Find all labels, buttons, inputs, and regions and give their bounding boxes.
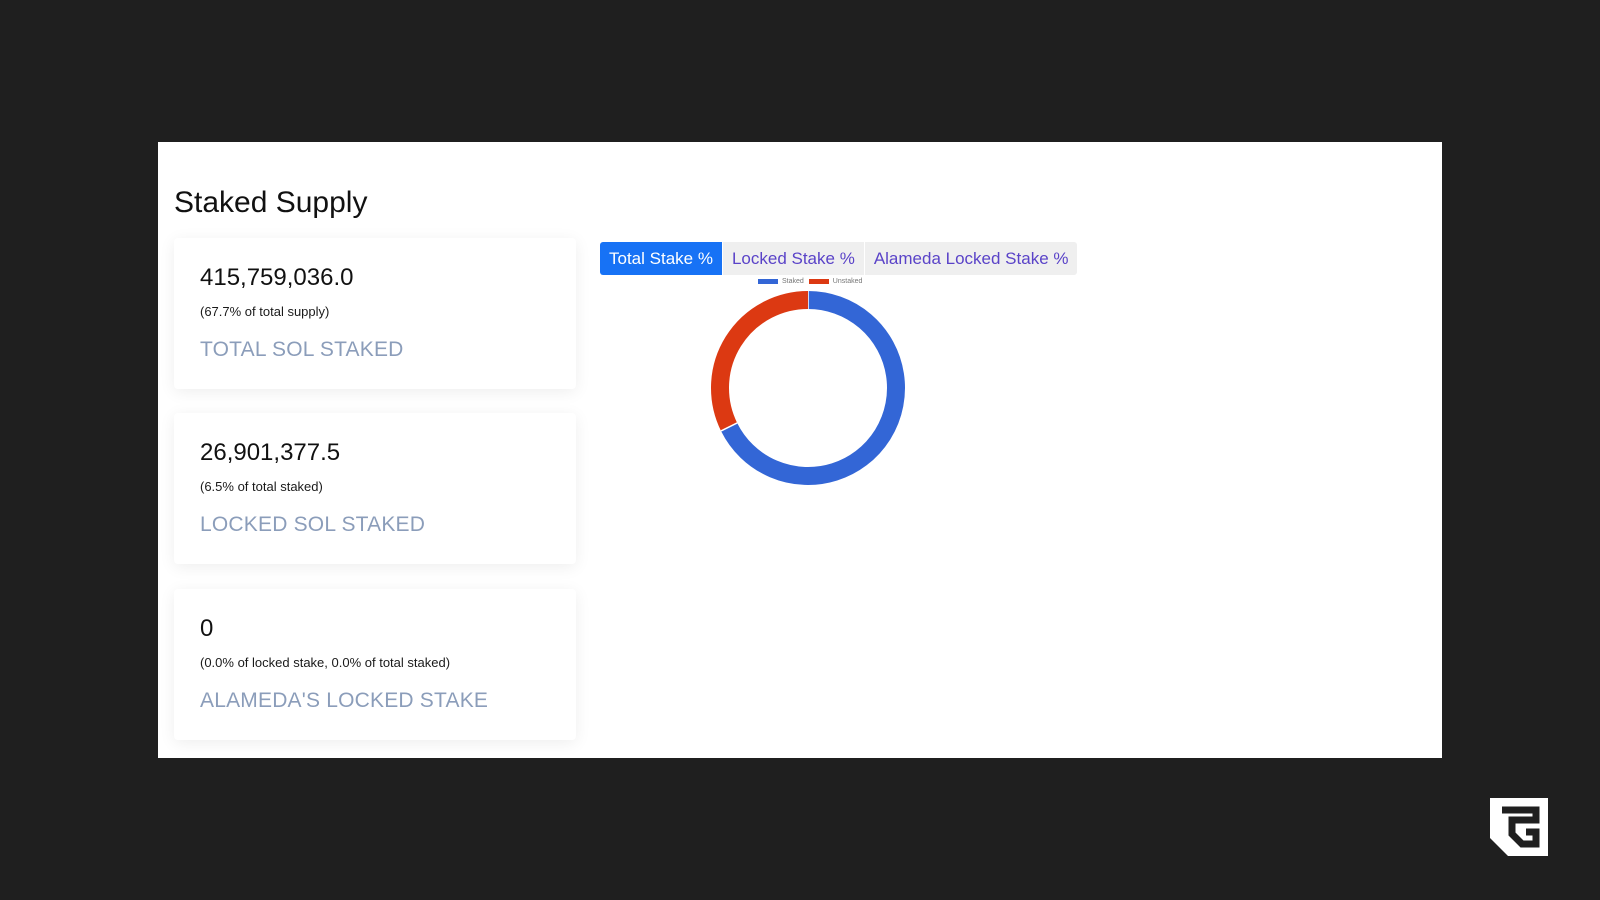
card-value: 26,901,377.5 <box>200 439 341 466</box>
card-value: 415,759,036.0 <box>200 264 354 291</box>
stake-donut-chart[interactable] <box>708 288 908 488</box>
legend-item-unstaked[interactable]: Unstaked <box>808 278 863 285</box>
card-value: 0 <box>200 615 214 642</box>
legend-item-staked[interactable]: Staked <box>758 278 804 285</box>
card-note: (6.5% of total staked) <box>200 479 323 494</box>
page-title: Staked Supply <box>174 186 368 219</box>
card-label: LOCKED SOL STAKED <box>200 513 426 536</box>
alameda-locked-stake-card: 0 (0.0% of locked stake, 0.0% of total s… <box>174 589 576 740</box>
tab-total-stake[interactable]: Total Stake % <box>600 242 722 275</box>
card-note: (67.7% of total supply) <box>200 304 330 319</box>
corner-brand-logo-icon <box>1490 798 1548 856</box>
chart-tabs: Total Stake % Locked Stake % Alameda Loc… <box>600 242 1078 275</box>
legend-swatch-unstaked <box>808 279 829 284</box>
card-label: ALAMEDA'S LOCKED STAKE <box>200 689 489 712</box>
tab-alameda-locked-stake[interactable]: Alameda Locked Stake % <box>864 242 1078 275</box>
locked-sol-staked-card: 26,901,377.5 (6.5% of total staked) LOCK… <box>174 413 576 564</box>
staked-supply-panel: Staked Supply 415,759,036.0 (67.7% of to… <box>158 142 1442 758</box>
tab-locked-stake[interactable]: Locked Stake % <box>722 242 864 275</box>
donut-slice-unstaked[interactable] <box>711 291 809 431</box>
legend-label-unstaked: Unstaked <box>832 278 863 285</box>
card-label: TOTAL SOL STAKED <box>200 338 404 361</box>
legend-label-staked: Staked <box>782 278 804 285</box>
chart-legend: Staked Unstaked <box>758 278 867 285</box>
card-note: (0.0% of locked stake, 0.0% of total sta… <box>200 655 451 670</box>
total-sol-staked-card: 415,759,036.0 (67.7% of total supply) TO… <box>174 238 576 389</box>
legend-swatch-staked <box>758 279 778 284</box>
